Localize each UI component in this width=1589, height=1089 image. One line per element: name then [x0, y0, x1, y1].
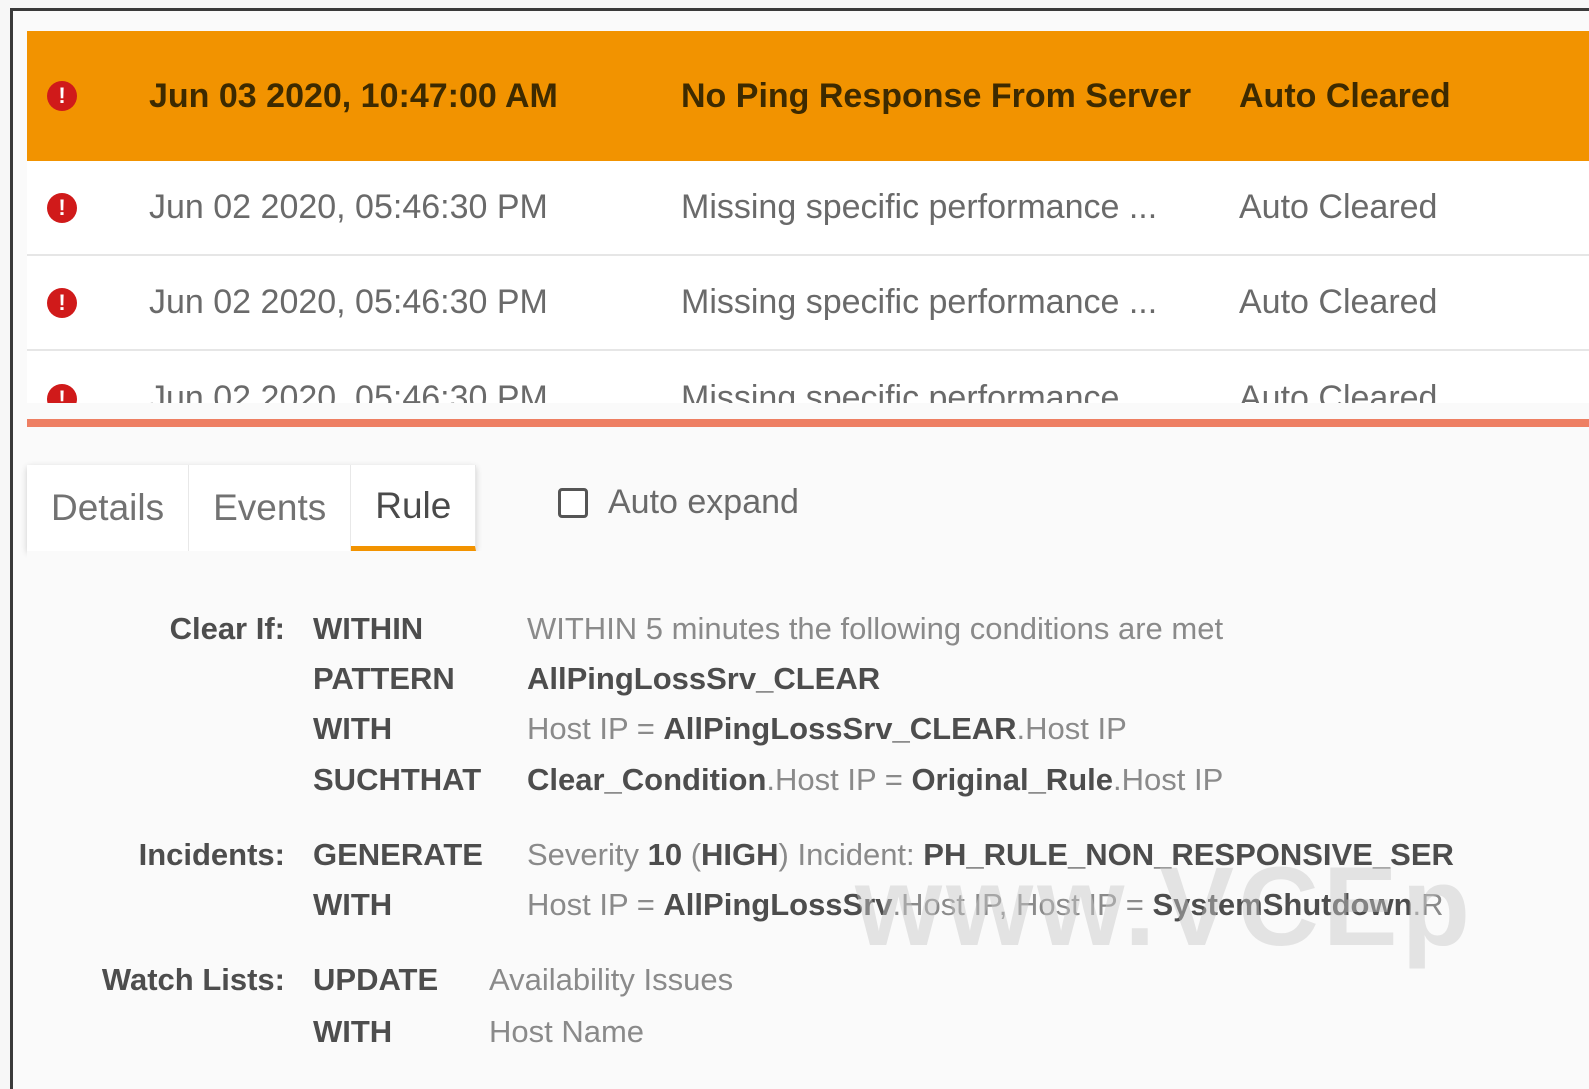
- tab-details[interactable]: Details: [27, 465, 190, 551]
- auto-expand-label: Auto expand: [608, 483, 799, 521]
- severity-high-icon: !: [47, 81, 77, 111]
- incident-time: Jun 02 2020, 05:46:30 PM: [149, 283, 548, 321]
- with2-pattern: AllPingLossSrv: [663, 887, 893, 922]
- suchthat-suffix: .Host IP: [1112, 762, 1224, 797]
- with-condition: Host IP = AllPingLossSrv_CLEAR.Host IP: [527, 711, 1127, 747]
- incident-status: Auto Cleared: [1239, 379, 1438, 403]
- gen-incident-word: ) Incident:: [778, 837, 924, 872]
- clear-if-label: Clear If:: [169, 611, 285, 646]
- tab-events[interactable]: Events: [189, 465, 352, 551]
- gen-incident-type: PH_RULE_NON_RESPONSIVE_SER: [923, 837, 1454, 872]
- with-host-name: Host Name: [489, 1014, 645, 1049]
- incident-name: Missing specific performance ...: [681, 283, 1158, 321]
- incident-time: Jun 02 2020, 05:46:30 PM: [149, 188, 548, 226]
- within-text: WITHIN 5 minutes the following condition…: [527, 611, 1224, 646]
- original-rule: Original_Rule: [911, 762, 1113, 797]
- incident-time: Jun 02 2020, 05:46:30 PM: [149, 379, 548, 403]
- tab-rule[interactable]: Rule: [351, 465, 477, 551]
- detail-tabs: Details Events Rule: [27, 465, 477, 551]
- incident-list: ! Jun 03 2020, 10:47:00 AM No Ping Respo…: [27, 31, 1589, 403]
- with-pattern: AllPingLossSrv_CLEAR: [663, 711, 1017, 746]
- incidents-label: Incidents:: [138, 837, 285, 872]
- panel-resize-divider[interactable]: [27, 419, 1589, 427]
- with-keyword: WITH: [313, 711, 393, 746]
- suchthat-keyword: SUCHTHAT: [313, 762, 482, 797]
- suchthat-condition: Clear_Condition.Host IP = Original_Rule.…: [527, 762, 1223, 798]
- with-keyword-2: WITH: [313, 887, 393, 922]
- incident-row[interactable]: ! Jun 02 2020, 05:46:30 PM Missing speci…: [27, 351, 1589, 403]
- pattern-keyword: PATTERN: [313, 661, 455, 696]
- with2-shutdown: SystemShutdown: [1152, 887, 1413, 922]
- gen-severity-value: 10: [647, 837, 683, 872]
- within-keyword: WITHIN: [313, 611, 424, 646]
- incident-name: No Ping Response From Server: [681, 76, 1192, 115]
- gen-severity-word: Severity: [527, 837, 648, 872]
- incident-panel: ! Jun 03 2020, 10:47:00 AM No Ping Respo…: [10, 8, 1589, 1089]
- with-suffix: .Host IP: [1016, 711, 1127, 746]
- with-prefix: Host IP =: [527, 711, 664, 746]
- incident-name: Missing specific performance ...: [681, 188, 1158, 226]
- with2-suffix: .R: [1412, 887, 1444, 922]
- generate-text: Severity 10 (HIGH) Incident: PH_RULE_NON…: [527, 837, 1454, 873]
- rule-details: Clear If: WITHIN WITHIN 5 minutes the fo…: [27, 551, 1589, 1089]
- watch-lists-label: Watch Lists:: [101, 962, 285, 997]
- with2-mid: .Host IP, Host IP =: [892, 887, 1153, 922]
- gen-paren-open: (: [682, 837, 702, 872]
- with-condition-2: Host IP = AllPingLossSrv.Host IP, Host I…: [527, 887, 1444, 923]
- update-text: Availability Issues: [489, 962, 734, 997]
- incident-time: Jun 03 2020, 10:47:00 AM: [149, 76, 558, 115]
- auto-expand-checkbox[interactable]: [558, 487, 588, 518]
- severity-high-icon: !: [47, 383, 77, 403]
- auto-expand-toggle[interactable]: Auto expand: [558, 483, 799, 522]
- incident-status: Auto Cleared: [1239, 188, 1438, 226]
- suchthat-mid: .Host IP =: [766, 762, 912, 797]
- with-keyword-3: WITH: [313, 1014, 393, 1049]
- incident-row-selected[interactable]: ! Jun 03 2020, 10:47:00 AM No Ping Respo…: [27, 31, 1589, 161]
- update-keyword: UPDATE: [313, 962, 439, 997]
- with2-prefix: Host IP =: [527, 887, 664, 922]
- incident-status: Auto Cleared: [1239, 76, 1451, 115]
- incident-name: Missing specific performance ...: [681, 379, 1158, 403]
- incident-row[interactable]: ! Jun 02 2020, 05:46:30 PM Missing speci…: [27, 256, 1589, 351]
- generate-keyword: GENERATE: [313, 837, 483, 872]
- incident-status: Auto Cleared: [1239, 283, 1438, 321]
- gen-severity-level: HIGH: [701, 837, 779, 872]
- severity-high-icon: !: [47, 287, 77, 318]
- pattern-name: AllPingLossSrv_CLEAR: [527, 661, 881, 696]
- pattern-value: AllPingLossSrv_CLEAR: [527, 661, 880, 697]
- clear-condition: Clear_Condition: [527, 762, 767, 797]
- severity-high-icon: !: [47, 192, 77, 223]
- incident-row[interactable]: ! Jun 02 2020, 05:46:30 PM Missing speci…: [27, 161, 1589, 256]
